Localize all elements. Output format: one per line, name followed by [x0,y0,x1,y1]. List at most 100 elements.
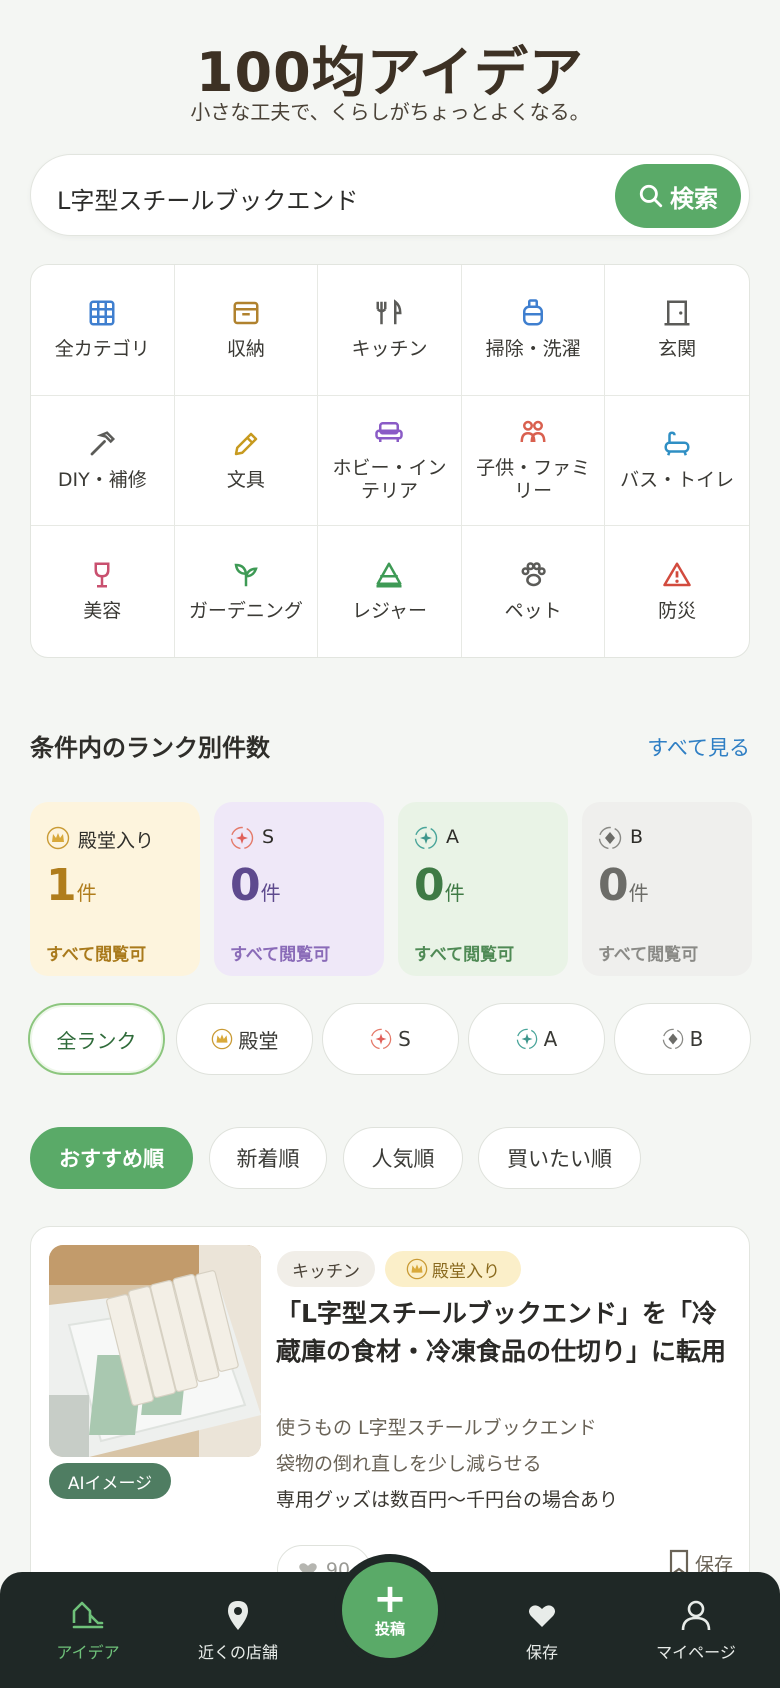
category-label: ペット [504,599,562,622]
bottom-nav: アイデア 近くの店舗 + 投稿 保存 マイページ [0,1554,780,1688]
idea-title[interactable]: 「L字型スチールブックエンド」を「冷蔵庫の食材・冷凍食品の仕切り」に転用 [276,1295,736,1371]
idea-note: 専用グッズは数百円〜千円台の場合あり [276,1489,619,1511]
rank-filter-label: 殿堂 [238,1028,279,1053]
user-icon [681,1600,711,1631]
category-label: キッチン [351,337,428,360]
crown-icon [211,1028,232,1050]
app-subtitle: 小さな工夫で、くらしがちょっとよくなる。 [190,100,590,124]
grid-icon [89,300,115,326]
idea-thumbnail [49,1245,261,1457]
rank-tag-label: 殿堂入り [432,1261,500,1282]
category-label: 子供・ファミリー [476,456,591,503]
nav-stores[interactable]: 近くの店舗 [168,1572,308,1688]
rank-card-b[interactable]: B 0件 すべて閲覧可 [582,802,752,976]
rank-card-s[interactable]: S 0件 すべて閲覧可 [214,802,384,976]
rank-filter-label: B [689,1027,704,1051]
wine-glass-icon [94,562,110,588]
warning-icon [663,562,691,587]
search-input[interactable]: L字型スチールブックエンド [57,181,358,216]
nav-saved[interactable]: 保存 [472,1572,612,1688]
category-family[interactable]: 子供・ファミリー [461,395,606,527]
category-pet[interactable]: ペット [462,526,606,657]
heart-icon [529,1605,555,1627]
hammer-icon [90,430,116,455]
category-beauty[interactable]: 美容 [31,526,175,657]
paw-icon [521,562,546,587]
rank-card-label: B [630,826,644,848]
rank-tag: 殿堂入り [385,1251,521,1287]
nav-mypage[interactable]: マイページ [626,1572,766,1688]
category-label: レジャー [351,599,428,622]
category-label: 掃除・洗濯 [485,337,581,360]
nav-ideas[interactable]: アイデア [18,1572,158,1688]
category-gardening[interactable]: ガーデニング [175,526,319,657]
b-rank-icon [662,1028,683,1050]
category-label: 美容 [83,599,122,622]
s-rank-icon [230,826,254,850]
category-label: 文具 [226,468,265,491]
rank-filter-hall[interactable]: 殿堂 [176,1003,313,1075]
box-icon [233,301,259,325]
bathtub-icon [664,431,690,456]
nav-label: 保存 [525,1643,558,1662]
category-grid: 全カテゴリ 収納 キッチン 掃除・洗濯 玄関 DIY・補修 文具 ホビー・インテ… [30,264,750,658]
search-button-label: 検索 [670,184,718,213]
sort-popular[interactable]: 人気順 [343,1127,463,1189]
category-entrance[interactable]: 玄関 [605,265,749,396]
see-all-link[interactable]: すべて見る [647,732,750,762]
sort-recommended[interactable]: おすすめ順 [30,1127,193,1189]
sort-want-to-buy[interactable]: 買いたい順 [478,1127,641,1189]
search-bar[interactable]: L字型スチールブックエンド 検索 [30,154,750,236]
a-rank-icon [414,826,438,850]
rank-card-foot: すべて閲覧可 [598,945,699,965]
sprout-icon [234,563,258,587]
search-button[interactable]: 検索 [615,164,741,228]
post-button[interactable]: + 投稿 [342,1562,438,1658]
category-all[interactable]: 全カテゴリ [31,265,175,396]
category-disaster[interactable]: 防災 [605,526,749,657]
idea-uses: 使うもの L字型スチールブックエンド [276,1417,597,1439]
rank-card-label: S [262,826,275,848]
post-label: 投稿 [374,1619,405,1638]
rank-filter-b[interactable]: B [614,1003,751,1075]
nav-label: 近くの店舗 [197,1643,278,1662]
rank-card-label: 殿堂入り [78,830,155,852]
rank-card-count: 0件 [598,860,649,911]
category-diy[interactable]: DIY・補修 [31,395,175,527]
rank-card-foot: すべて閲覧可 [414,945,515,965]
rank-card-label: A [446,826,459,848]
category-stationery[interactable]: 文具 [174,395,319,527]
ideas-icon [72,1601,104,1629]
rank-filter-label: 全ランク [56,1028,137,1053]
rank-card-foot: すべて閲覧可 [46,945,147,965]
b-rank-icon [598,826,622,850]
category-bath[interactable]: バス・トイレ [605,396,749,527]
bucket-icon [523,299,544,326]
rank-card-hall-of-fame[interactable]: 殿堂入り 1件 すべて閲覧可 [30,802,200,976]
category-label: 玄関 [658,337,697,360]
rank-filter-all[interactable]: 全ランク [28,1003,165,1075]
a-rank-icon [516,1028,537,1050]
category-label: ガーデニング [188,599,303,622]
category-cleaning[interactable]: 掃除・洗濯 [461,265,606,396]
category-label: バス・トイレ [620,468,735,491]
rank-filter-a[interactable]: A [468,1003,605,1075]
nav-label: アイデア [56,1643,120,1662]
rank-filter-s[interactable]: S [322,1003,459,1075]
ai-image-badge: AIイメージ [49,1463,171,1499]
category-storage[interactable]: 収納 [174,265,319,396]
category-label: ホビー・インテリア [332,456,447,503]
rank-card-count: 0件 [230,860,281,911]
family-icon [520,420,546,442]
crown-icon [406,1258,428,1280]
rank-card-count: 1件 [46,860,97,911]
door-icon [664,300,690,326]
sort-newest[interactable]: 新着順 [209,1127,327,1189]
category-hobby[interactable]: ホビー・インテリア [318,395,462,527]
category-leisure[interactable]: レジャー [318,526,462,657]
nav-label: マイページ [656,1643,736,1662]
rank-card-foot: すべて閲覧可 [230,945,331,965]
rank-card-a[interactable]: A 0件 すべて閲覧可 [398,802,568,976]
tent-icon [376,562,402,588]
category-kitchen[interactable]: キッチン [318,265,462,396]
